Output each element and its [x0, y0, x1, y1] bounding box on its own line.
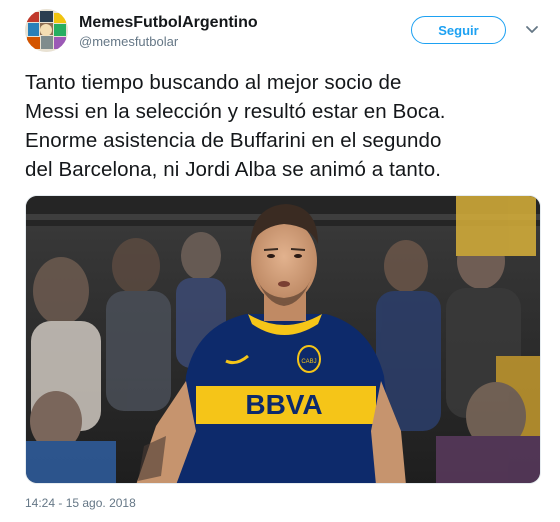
- club-badge-text: CABJ: [301, 359, 316, 365]
- tweet-header: MemesFutbolArgentino @memesfutbolar Segu…: [25, 9, 545, 59]
- tweet-timestamp[interactable]: 14:24 - 15 ago. 2018: [25, 496, 136, 510]
- tweet-text-line: del Barcelona, ni Jordi Alba se animó a …: [25, 158, 441, 181]
- author-handle[interactable]: @memesfutbolar: [79, 34, 178, 49]
- chevron-down-icon[interactable]: [523, 21, 541, 39]
- jersey-sponsor-text: BBVA: [245, 389, 322, 420]
- tweet-text: Tanto tiempo buscando al mejor socio de …: [25, 68, 555, 184]
- football-player-photo: BBVA CABJ: [26, 196, 540, 483]
- tweet-text-line: Messi en la selección y resultó estar en…: [25, 100, 446, 123]
- tweet-text-line: Tanto tiempo buscando al mejor socio de: [25, 71, 402, 94]
- avatar[interactable]: [25, 9, 68, 52]
- tweet-media-photo[interactable]: BBVA CABJ: [25, 195, 541, 484]
- tweet-text-line: Enorme asistencia de Buffarini en el seg…: [25, 129, 442, 152]
- author-display-name[interactable]: MemesFutbolArgentino: [79, 14, 258, 32]
- follow-button[interactable]: Seguir: [411, 16, 506, 44]
- avatar-collage-icon: [25, 9, 68, 52]
